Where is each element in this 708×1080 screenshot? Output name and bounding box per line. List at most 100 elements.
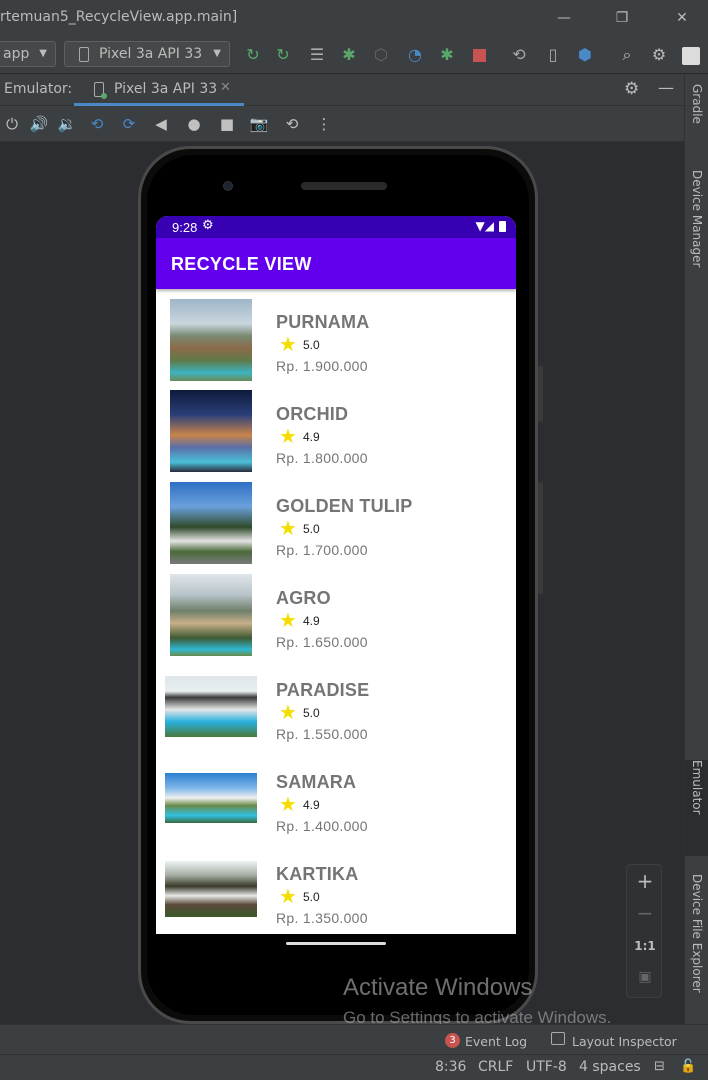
android-status-bar: 9:28 ⚙ ▼◢ (156, 216, 516, 238)
caret-position[interactable]: 8:36 (435, 1059, 466, 1075)
line-separator[interactable]: CRLF (478, 1059, 513, 1075)
activate-windows-title: Activate Windows (343, 974, 533, 1001)
fit-screen-icon[interactable]: ▣ (627, 969, 663, 985)
power-icon[interactable]: ⏻ (1, 113, 23, 135)
layout-inspector-button[interactable]: Layout Inspector (572, 1034, 677, 1049)
attach-debugger-icon[interactable]: ⬡ (370, 44, 392, 66)
emulator-controls: ⏻ 🔊 🔉 ⟲ ⟳ ◀ ● ■ 📷 ⟲ ⋮ (0, 106, 684, 142)
logcat-icon[interactable]: ☰ (306, 44, 328, 66)
module-select-label: app (3, 46, 30, 62)
earpiece (301, 182, 387, 190)
close-icon[interactable]: ✕ (220, 80, 231, 95)
more-icon[interactable]: ⋮ (313, 113, 335, 135)
gradle-tab[interactable]: Gradle (685, 84, 708, 154)
zoom-in-button[interactable]: + (627, 869, 663, 893)
emulator-tab-strip: Emulator: Pixel 3a API 33 ✕ ⚙ — (0, 74, 684, 106)
module-select[interactable]: app ▼ (0, 41, 56, 67)
rotate-left-icon[interactable]: ⟲ (86, 113, 108, 135)
phone-screen[interactable]: 9:28 ⚙ ▼◢ RECYCLE VIEW PURNAMA ★ 5.0 Rp.… (156, 216, 516, 934)
gradle-tab-label: Gradle (690, 84, 704, 124)
event-log-button[interactable]: Event Log (465, 1034, 527, 1049)
indent-setting[interactable]: 4 spaces (579, 1059, 641, 1075)
gear-icon[interactable]: ⚙ (624, 79, 639, 99)
hotel-photo (165, 676, 257, 737)
wifi-signal-icon: ▼◢ (475, 219, 494, 233)
hotel-rating: 4.9 (303, 614, 320, 628)
event-count-badge: 3 (445, 1033, 460, 1048)
restore-icon[interactable]: ❐ (610, 8, 634, 28)
list-item[interactable]: KARTIKA ★ 5.0 Rp. 1.350.000 (156, 841, 516, 933)
zoom-out-button[interactable]: − (627, 901, 663, 925)
status-bar: 8:36 CRLF UTF-8 4 spaces ⊟ 🔓 (0, 1054, 708, 1080)
lock-icon[interactable]: 🔓 (680, 1059, 696, 1074)
hotel-name: GOLDEN TULIP (276, 496, 413, 516)
sync-gradle-icon[interactable]: ⟲ (508, 44, 530, 66)
emulator-tab-label: Emulator (690, 760, 704, 815)
rotate-right-icon[interactable]: ⟳ (118, 113, 140, 135)
layout-inspector-icon (551, 1032, 565, 1045)
star-icon: ★ (279, 792, 297, 816)
zoom-actual-size-button[interactable]: 1:1 (627, 939, 663, 953)
hotel-price: Rp. 1.800.000 (276, 450, 368, 466)
home-icon[interactable]: ● (183, 113, 205, 135)
hotel-name: KARTIKA (276, 864, 359, 884)
window-title: rtemuan5_RecycleView.app.main] (0, 9, 238, 25)
gear-icon[interactable]: ⚙ (648, 44, 670, 66)
camera-icon[interactable]: 📷 (248, 113, 270, 135)
profiler-icon[interactable]: ◔ (404, 44, 426, 66)
hotel-rating: 5.0 (303, 706, 320, 720)
apply-code-changes-icon[interactable]: ↻ (272, 44, 294, 66)
stop-icon[interactable] (468, 44, 490, 66)
hotel-photo (170, 574, 252, 656)
device-select[interactable]: Pixel 3a API 33 ▼ (64, 41, 230, 67)
front-camera (223, 181, 233, 191)
avatar[interactable] (680, 44, 702, 66)
list-item[interactable]: AGRO ★ 4.9 Rp. 1.650.000 (156, 565, 516, 657)
close-icon[interactable]: ✕ (670, 8, 694, 28)
emulator-label: Emulator: (4, 81, 73, 97)
star-icon: ★ (279, 332, 297, 356)
tab-pixel-3a[interactable]: Pixel 3a API 33 ✕ (74, 74, 244, 106)
volume-up-icon[interactable]: 🔊 (28, 113, 50, 135)
list-item[interactable]: SAMARA ★ 4.9 Rp. 1.400.000 (156, 749, 516, 841)
hotel-rating: 4.9 (303, 430, 320, 444)
list-item[interactable]: PARADISE ★ 5.0 Rp. 1.550.000 (156, 657, 516, 749)
hotel-rating: 5.0 (303, 890, 320, 904)
apply-changes-icon[interactable]: ↻ (242, 44, 264, 66)
hotel-rating: 5.0 (303, 338, 320, 352)
main-toolbar: app ▼ Pixel 3a API 33 ▼ ↻ ↻ ☰ ✱ ⬡ ◔ ✱ ⟲ … (0, 36, 708, 74)
list-item[interactable]: GOLDEN TULIP ★ 5.0 Rp. 1.700.000 (156, 473, 516, 565)
list-item[interactable]: ORCHID ★ 4.9 Rp. 1.800.000 (156, 381, 516, 473)
hotel-photo (165, 861, 257, 917)
android-nav-bar (156, 934, 516, 956)
device-manager-tab[interactable]: Device Manager (685, 170, 708, 290)
device-manager-icon[interactable]: ▯ (542, 44, 564, 66)
hotel-photo (170, 390, 252, 472)
home-gesture-pill[interactable] (286, 942, 386, 945)
debug-icon[interactable]: ✱ (338, 44, 360, 66)
minimize-icon[interactable]: — (552, 8, 576, 28)
volume-down-icon[interactable]: 🔉 (56, 113, 78, 135)
hotel-photo (170, 299, 252, 381)
tab-label: Pixel 3a API 33 (114, 81, 218, 97)
back-icon[interactable]: ◀ (150, 113, 172, 135)
hotel-name: AGRO (276, 588, 331, 608)
list-item[interactable]: PURNAMA ★ 5.0 Rp. 1.900.000 (156, 289, 516, 381)
device-file-explorer-tab[interactable]: Device File Explorer (685, 874, 708, 1014)
overview-icon[interactable]: ■ (216, 113, 238, 135)
file-encoding[interactable]: UTF-8 (526, 1059, 567, 1075)
hotel-price: Rp. 1.900.000 (276, 358, 368, 374)
hide-panel-icon[interactable]: — (658, 78, 674, 97)
sdk-manager-icon[interactable]: ⬢ (574, 44, 596, 66)
snapshot-icon[interactable]: ⟲ (281, 113, 303, 135)
debug-attach-icon[interactable]: ✱ (436, 44, 458, 66)
device-file-explorer-tab-label: Device File Explorer (690, 874, 704, 993)
emulator-tab[interactable]: Emulator (685, 760, 708, 856)
vcs-icon[interactable]: ⊟ (654, 1059, 665, 1074)
search-icon[interactable]: ⌕ (616, 44, 638, 66)
hotel-name: ORCHID (276, 404, 349, 424)
app-bar: RECYCLE VIEW (156, 238, 516, 289)
phone-icon (94, 82, 107, 99)
title-bar: rtemuan5_RecycleView.app.main] — ❐ ✕ (0, 0, 708, 36)
device-select-label: Pixel 3a API 33 (99, 46, 203, 62)
